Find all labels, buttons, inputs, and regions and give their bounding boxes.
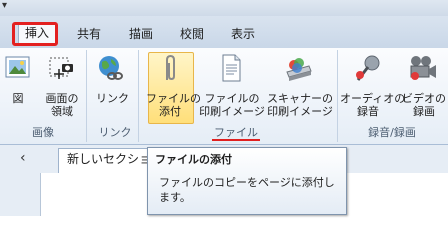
group-label-links: リンク [98, 126, 132, 139]
ribbon-tab-row [0, 16, 448, 49]
record-audio-button[interactable]: オーディオの 録音 [340, 92, 405, 118]
group-label-files: ファイル [214, 126, 258, 139]
link-button[interactable]: リンク [96, 92, 129, 105]
group-separator [337, 50, 338, 142]
file-printout-button[interactable]: ファイルの 印刷イメージ [199, 92, 265, 118]
group-separator [86, 50, 87, 142]
file-printout-icon [220, 53, 242, 83]
tab-insert-highlight-box [12, 22, 58, 46]
scanner-printout-icon [283, 54, 313, 84]
scanner-printout-button[interactable]: スキャナーの 印刷イメージ [266, 92, 334, 118]
group-label-recording: 録音/録画 [368, 126, 416, 139]
attach-file-label: ファイルの 添付 [146, 92, 201, 118]
tooltip-title: ファイルの添付 [155, 153, 232, 166]
screen-clipping-button[interactable]: 画面の 領域 [44, 92, 80, 118]
tab-share[interactable]: 共有 [77, 26, 101, 42]
files-group-red-underline [212, 139, 260, 141]
title-bar [0, 0, 448, 16]
group-separator [138, 50, 139, 142]
picture-icon [5, 54, 31, 80]
link-globe-icon [96, 54, 124, 82]
microphone-icon [353, 54, 383, 84]
record-video-button[interactable]: ビデオの 録画 [402, 92, 446, 118]
collapse-navigation-icon[interactable]: ‹ [20, 150, 26, 166]
tab-view[interactable]: 表示 [231, 26, 255, 42]
paperclip-icon [159, 54, 181, 84]
section-tab-label: 新しいセクショ [67, 152, 152, 166]
group-label-images: 画像 [32, 126, 54, 139]
quick-access-dropdown-icon[interactable]: ▾ [2, 0, 7, 11]
navigation-panel [0, 173, 40, 216]
screen-clipping-icon [47, 55, 75, 81]
video-camera-icon [406, 55, 438, 83]
picture-button[interactable]: 図 [8, 92, 28, 105]
tab-draw[interactable]: 描画 [129, 26, 153, 42]
tooltip-description: ファイルのコピーをページに添付します。 [159, 176, 335, 204]
tab-review[interactable]: 校閲 [180, 26, 204, 42]
